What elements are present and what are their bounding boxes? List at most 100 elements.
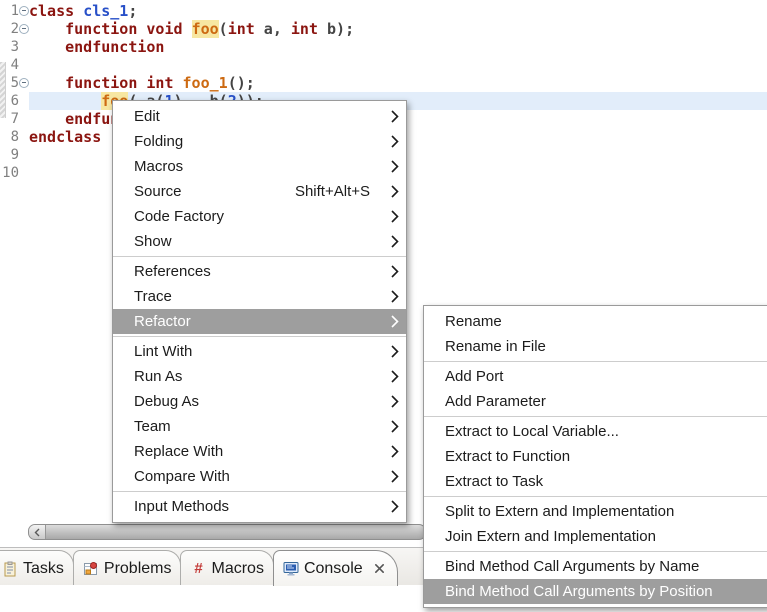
code-token: endclass bbox=[29, 128, 102, 146]
context-menu-item-refactor[interactable]: Refactor bbox=[113, 309, 406, 334]
context-menu-item-compare-with[interactable]: Compare With bbox=[113, 464, 406, 489]
refactor-submenu-item-split-to-extern-and-implementation[interactable]: Split to Extern and Implementation bbox=[424, 499, 767, 524]
tab-problems[interactable]: Problems bbox=[72, 550, 182, 586]
tab-label: Problems bbox=[103, 559, 172, 577]
tab-tasks[interactable]: Tasks bbox=[0, 550, 74, 586]
code-line-text[interactable]: class cls_1; bbox=[29, 2, 767, 20]
context-menu-item-source[interactable]: Source Shift+Alt+S bbox=[113, 179, 406, 204]
code-line: 2 function void foo(int a, int b); bbox=[0, 20, 767, 38]
menu-item-label: Refactor bbox=[134, 313, 191, 330]
code-token: cls_1 bbox=[83, 2, 129, 20]
fold-column bbox=[19, 56, 29, 74]
line-number: 2 bbox=[10, 21, 19, 37]
refactor-submenu-item-rename-in-file[interactable]: Rename in File bbox=[424, 334, 767, 359]
fold-column bbox=[19, 164, 29, 182]
console-icon bbox=[283, 561, 299, 577]
menu-item-label: Compare With bbox=[134, 468, 230, 485]
menu-item-label: Folding bbox=[134, 133, 184, 150]
context-menu-item-references[interactable]: References bbox=[113, 259, 406, 284]
code-line-text[interactable]: function int foo_1(); bbox=[29, 74, 767, 92]
code-token: int bbox=[290, 20, 318, 38]
menu-item-label: Macros bbox=[134, 158, 184, 175]
menu-separator bbox=[424, 551, 767, 552]
menu-item-accelerator: Shift+Alt+S bbox=[294, 183, 370, 200]
context-menu-item-run-as[interactable]: Run As bbox=[113, 364, 406, 389]
refactor-submenu-item-join-extern-and-implementation[interactable]: Join Extern and Implementation bbox=[424, 524, 767, 549]
fold-column bbox=[19, 128, 29, 146]
menu-item-label: Rename bbox=[445, 313, 502, 330]
horizontal-scrollbar[interactable] bbox=[28, 524, 426, 540]
refactor-submenu-item-bind-method-call-arguments-by-name[interactable]: Bind Method Call Arguments by Name bbox=[424, 554, 767, 579]
menu-item-label: Add Port bbox=[445, 368, 504, 385]
code-token: class bbox=[29, 2, 75, 20]
tab-console[interactable]: Console bbox=[272, 550, 398, 586]
submenu-arrow-icon bbox=[391, 235, 399, 248]
context-menu-item-replace-with[interactable]: Replace With bbox=[113, 439, 406, 464]
annotation-ruler-marker bbox=[0, 62, 6, 118]
tab-macros[interactable]: # Macros bbox=[180, 550, 274, 586]
code-line-text[interactable] bbox=[29, 56, 767, 74]
submenu-arrow-icon bbox=[391, 185, 399, 198]
code-token: ; bbox=[128, 2, 138, 20]
context-menu-item-show[interactable]: Show bbox=[113, 229, 406, 254]
context-menu-item-debug-as[interactable]: Debug As bbox=[113, 389, 406, 414]
code-token: foo bbox=[191, 20, 219, 38]
close-icon[interactable] bbox=[374, 563, 385, 574]
fold-column bbox=[19, 38, 29, 56]
context-menu-item-edit[interactable]: Edit bbox=[113, 104, 406, 129]
fold-collapse-icon[interactable] bbox=[19, 78, 29, 88]
menu-item-label: Extract to Function bbox=[445, 448, 571, 465]
code-token: function bbox=[65, 74, 138, 92]
refactor-submenu-item-add-parameter[interactable]: Add Parameter bbox=[424, 389, 767, 414]
context-menu-item-macros[interactable]: Macros bbox=[113, 154, 406, 179]
code-line-text[interactable]: endfunction bbox=[29, 38, 767, 56]
refactor-submenu-item-extract-to-function[interactable]: Extract to Function bbox=[424, 444, 767, 469]
context-menu-item-input-methods[interactable]: Input Methods bbox=[113, 494, 406, 519]
fold-column bbox=[19, 74, 29, 92]
chevron-left-icon bbox=[34, 528, 40, 536]
context-menu-item-code-factory[interactable]: Code Factory bbox=[113, 204, 406, 229]
submenu-arrow-icon bbox=[391, 210, 399, 223]
menu-item-label: Show bbox=[134, 233, 172, 250]
code-token: endfunction bbox=[65, 38, 165, 56]
code-line-text[interactable]: function void foo(int a, int b); bbox=[29, 20, 767, 38]
code-line: 4 bbox=[0, 56, 767, 74]
code-token: int bbox=[146, 74, 174, 92]
refactor-submenu-item-add-port[interactable]: Add Port bbox=[424, 364, 767, 389]
scrollbar-thumb[interactable] bbox=[46, 525, 425, 539]
refactor-submenu-item-extract-to-local-variable[interactable]: Extract to Local Variable... bbox=[424, 419, 767, 444]
line-number: 3 bbox=[10, 39, 19, 55]
refactor-submenu-item-rename[interactable]: Rename bbox=[424, 309, 767, 334]
menu-item-label: Run As bbox=[134, 368, 183, 385]
fold-column bbox=[19, 20, 29, 38]
menu-item-label: Bind Method Call Arguments by Position bbox=[445, 583, 713, 600]
fold-collapse-icon[interactable] bbox=[19, 6, 29, 16]
menu-item-label: Join Extern and Implementation bbox=[445, 528, 656, 545]
refactor-submenu-item-extract-to-task[interactable]: Extract to Task bbox=[424, 469, 767, 494]
fold-column bbox=[19, 146, 29, 164]
menu-separator bbox=[113, 256, 406, 257]
refactor-submenu-item-bind-method-call-arguments-by-position[interactable]: Bind Method Call Arguments by Position bbox=[424, 579, 767, 604]
code-token: (); bbox=[227, 74, 255, 92]
code-token: function bbox=[65, 20, 138, 38]
submenu-arrow-icon bbox=[391, 500, 399, 513]
submenu-arrow-icon bbox=[391, 315, 399, 328]
refactor-submenu: Rename Rename in File Add Port Add Paramete… bbox=[423, 305, 767, 608]
line-number: 1 bbox=[10, 3, 19, 19]
menu-separator bbox=[424, 416, 767, 417]
context-menu-item-team[interactable]: Team bbox=[113, 414, 406, 439]
fold-collapse-icon[interactable] bbox=[19, 24, 29, 34]
menu-item-label: Debug As bbox=[134, 393, 200, 410]
scroll-left-button[interactable] bbox=[29, 525, 46, 539]
code-line: 1 class cls_1; bbox=[0, 2, 767, 20]
context-menu-item-lint-with[interactable]: Lint With bbox=[113, 339, 406, 364]
submenu-arrow-icon bbox=[391, 445, 399, 458]
menu-separator bbox=[113, 336, 406, 337]
context-menu-item-trace[interactable]: Trace bbox=[113, 284, 406, 309]
fold-column bbox=[19, 92, 29, 110]
menu-item-label: Split to Extern and Implementation bbox=[445, 503, 675, 520]
context-menu-item-folding[interactable]: Folding bbox=[113, 129, 406, 154]
